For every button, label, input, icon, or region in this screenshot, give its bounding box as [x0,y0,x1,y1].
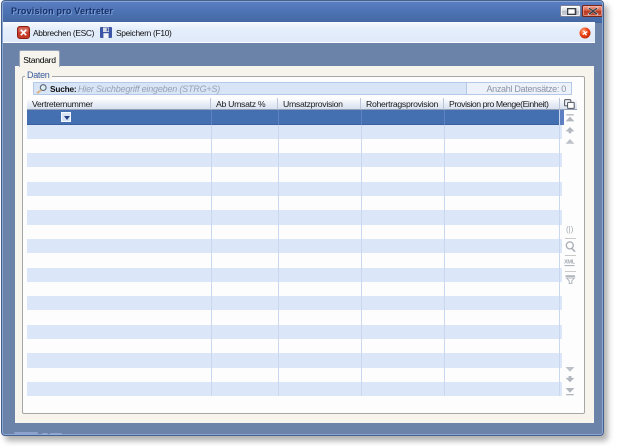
svg-text:XML: XML [564,260,576,266]
